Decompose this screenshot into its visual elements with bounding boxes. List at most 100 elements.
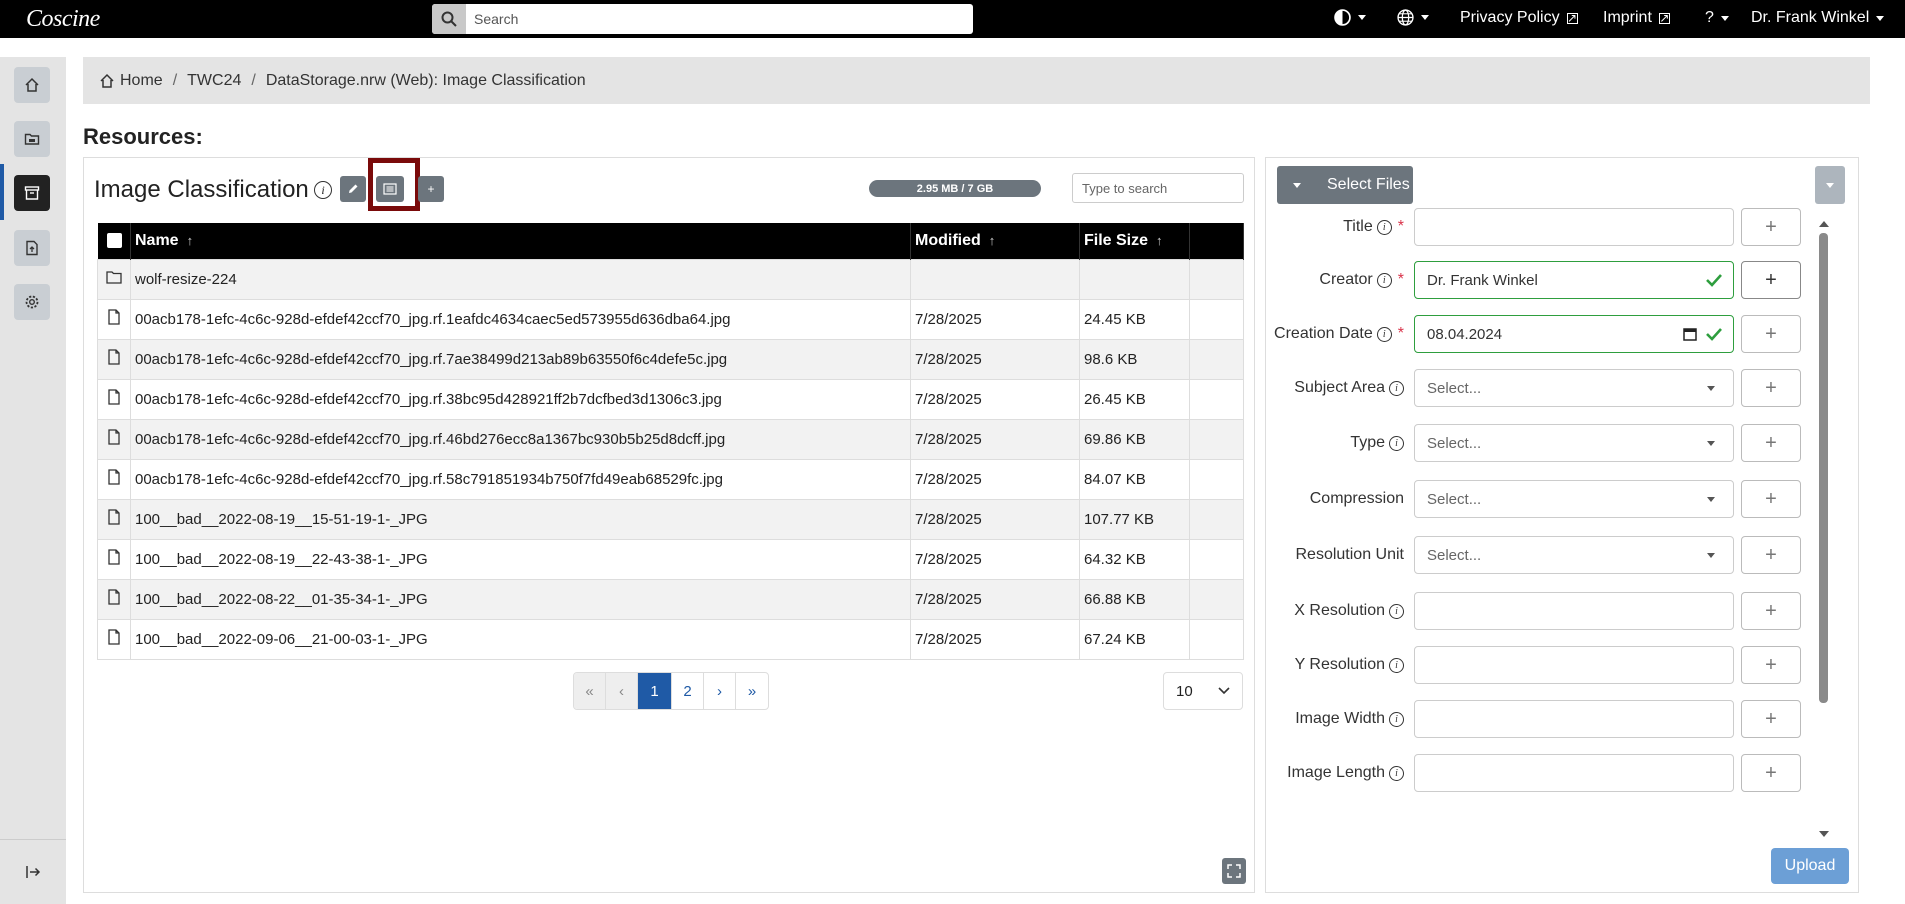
type-select[interactable]: Select...	[1414, 424, 1734, 462]
first-page-button[interactable]: «	[574, 673, 606, 709]
creation-date-input[interactable]: 08.04.2024	[1414, 315, 1734, 353]
user-menu[interactable]: Dr. Frank Winkel	[1751, 9, 1885, 27]
search-icon[interactable]	[432, 4, 466, 34]
table-row[interactable]: 00acb178-1efc-4c6c-928d-efdef42ccf70_jpg…	[97, 458, 1244, 500]
privacy-policy-link[interactable]: Privacy Policy ↗	[1460, 9, 1578, 27]
sidebar-item-resources[interactable]	[14, 175, 50, 211]
info-icon[interactable]: i	[1389, 765, 1404, 781]
sidebar-item-home[interactable]	[14, 67, 50, 103]
compression-select[interactable]: Select...	[1414, 480, 1734, 518]
image-length-input[interactable]	[1414, 754, 1734, 792]
panel-options-dropdown[interactable]	[1815, 166, 1845, 204]
next-page-button[interactable]: ›	[704, 673, 736, 709]
row-actions	[1189, 498, 1244, 540]
upload-button[interactable]: Upload	[1771, 848, 1849, 884]
add-image-length-button[interactable]: +	[1741, 754, 1801, 792]
file-name[interactable]: 00acb178-1efc-4c6c-928d-efdef42ccf70_jpg…	[130, 298, 911, 340]
table-row[interactable]: 100__bad__2022-09-06__21-00-03-1-_JPG 7/2…	[97, 618, 1244, 660]
column-header-size[interactable]: File Size ↑	[1079, 223, 1190, 259]
row-actions	[1189, 338, 1244, 380]
file-name[interactable]: 100__bad__2022-08-19__15-51-19-1-_JPG	[130, 498, 911, 540]
info-icon[interactable]: i	[1376, 326, 1392, 342]
coscine-logo[interactable]: Coscine	[26, 6, 100, 33]
scroll-down-icon[interactable]	[1819, 831, 1829, 837]
creator-input[interactable]: Dr. Frank Winkel	[1414, 261, 1734, 299]
info-icon[interactable]: i	[1389, 657, 1404, 673]
folder-row[interactable]: wolf-resize-224	[97, 258, 1244, 300]
file-name[interactable]: 100__bad__2022-09-06__21-00-03-1-_JPG	[130, 618, 911, 660]
breadcrumb-home[interactable]: Home	[99, 72, 163, 90]
page-1-button[interactable]: 1	[638, 673, 672, 709]
table-search-input[interactable]	[1072, 173, 1244, 203]
file-name[interactable]: 00acb178-1efc-4c6c-928d-efdef42ccf70_jpg…	[130, 458, 911, 500]
last-page-button[interactable]: »	[736, 673, 768, 709]
resolution-unit-select[interactable]: Select...	[1414, 536, 1734, 574]
prev-page-button[interactable]: ‹	[606, 673, 638, 709]
table-row[interactable]: 00acb178-1efc-4c6c-928d-efdef42ccf70_jpg…	[97, 338, 1244, 380]
scrollbar-thumb[interactable]	[1819, 233, 1828, 703]
y-resolution-input[interactable]	[1414, 646, 1734, 684]
file-name[interactable]: 100__bad__2022-08-19__22-43-38-1-_JPG	[130, 538, 911, 580]
info-icon[interactable]: i	[1389, 380, 1404, 396]
add-creation-date-button[interactable]: +	[1741, 315, 1801, 353]
calendar-icon[interactable]	[1683, 327, 1697, 341]
page-2-button[interactable]: 2	[672, 673, 704, 709]
storage-usage-bar: 2.95 MB / 7 GB	[869, 180, 1041, 197]
x-resolution-input[interactable]	[1414, 592, 1734, 630]
add-image-width-button[interactable]: +	[1741, 700, 1801, 738]
scroll-up-icon[interactable]	[1819, 221, 1829, 227]
plus-icon: +	[1765, 707, 1777, 730]
file-name[interactable]: 100__bad__2022-08-22__01-35-34-1-_JPG	[130, 578, 911, 620]
add-type-button[interactable]: +	[1741, 424, 1801, 462]
file-name[interactable]: wolf-resize-224	[130, 258, 911, 300]
file-name[interactable]: 00acb178-1efc-4c6c-928d-efdef42ccf70_jpg…	[130, 418, 911, 460]
info-icon[interactable]: i	[1389, 603, 1404, 619]
column-header-name[interactable]: Name ↑	[130, 223, 911, 259]
fullscreen-button[interactable]	[1222, 858, 1246, 884]
info-icon[interactable]: i	[1376, 219, 1392, 235]
sidebar-item-upload[interactable]	[14, 230, 50, 266]
sidebar-item-projects[interactable]	[14, 121, 50, 157]
field-row-image-width: Image Width i +	[1266, 700, 1814, 738]
search-input[interactable]	[474, 4, 964, 34]
file-name[interactable]: 00acb178-1efc-4c6c-928d-efdef42ccf70_jpg…	[130, 378, 911, 420]
add-subject-area-button[interactable]: +	[1741, 369, 1801, 407]
imprint-link[interactable]: Imprint ↗	[1603, 9, 1670, 27]
table-row[interactable]: 100__bad__2022-08-22__01-35-34-1-_JPG 7/2…	[97, 578, 1244, 620]
info-icon[interactable]: i	[314, 181, 332, 199]
info-icon[interactable]: i	[1376, 272, 1392, 288]
theme-toggle-button[interactable]	[1334, 9, 1366, 26]
pencil-icon	[349, 184, 358, 193]
add-resolution-unit-button[interactable]: +	[1741, 536, 1801, 574]
select-all-checkbox[interactable]	[106, 233, 122, 249]
sidebar-collapse-button[interactable]	[0, 839, 66, 904]
breadcrumb-project[interactable]: TWC24	[187, 72, 241, 90]
table-row[interactable]: 00acb178-1efc-4c6c-928d-efdef42ccf70_jpg…	[97, 418, 1244, 460]
sidebar-item-settings[interactable]	[14, 284, 50, 320]
file-name[interactable]: 00acb178-1efc-4c6c-928d-efdef42ccf70_jpg…	[130, 338, 911, 380]
title-input[interactable]	[1414, 208, 1734, 246]
help-menu[interactable]: ?	[1705, 9, 1729, 27]
file-modified: 7/28/2025	[910, 378, 1080, 420]
add-x-resolution-button[interactable]: +	[1741, 592, 1801, 630]
info-icon[interactable]: i	[1389, 711, 1404, 727]
table-row[interactable]: 00acb178-1efc-4c6c-928d-efdef42ccf70_jpg…	[97, 378, 1244, 420]
language-button[interactable]	[1397, 9, 1429, 26]
add-button[interactable]: +	[418, 176, 444, 202]
add-y-resolution-button[interactable]: +	[1741, 646, 1801, 684]
table-row[interactable]: 100__bad__2022-08-19__22-43-38-1-_JPG 7/2…	[97, 538, 1244, 580]
add-compression-button[interactable]: +	[1741, 480, 1801, 518]
add-title-button[interactable]: +	[1741, 208, 1801, 246]
select-files-button[interactable]: Select Files	[1277, 166, 1413, 204]
edit-resource-button[interactable]	[340, 176, 366, 202]
table-row[interactable]: 100__bad__2022-08-19__15-51-19-1-_JPG 7/2…	[97, 498, 1244, 540]
image-width-input[interactable]	[1414, 700, 1734, 738]
table-row[interactable]: 00acb178-1efc-4c6c-928d-efdef42ccf70_jpg…	[97, 298, 1244, 340]
file-size: 107.77 KB	[1079, 498, 1190, 540]
info-icon[interactable]: i	[1389, 435, 1404, 451]
subject-area-select[interactable]: Select...	[1414, 369, 1734, 407]
per-page-select[interactable]: 10	[1163, 672, 1243, 710]
add-creator-button[interactable]: +	[1741, 261, 1801, 299]
chevron-down-icon	[1707, 553, 1715, 558]
column-header-modified[interactable]: Modified ↑	[910, 223, 1080, 259]
